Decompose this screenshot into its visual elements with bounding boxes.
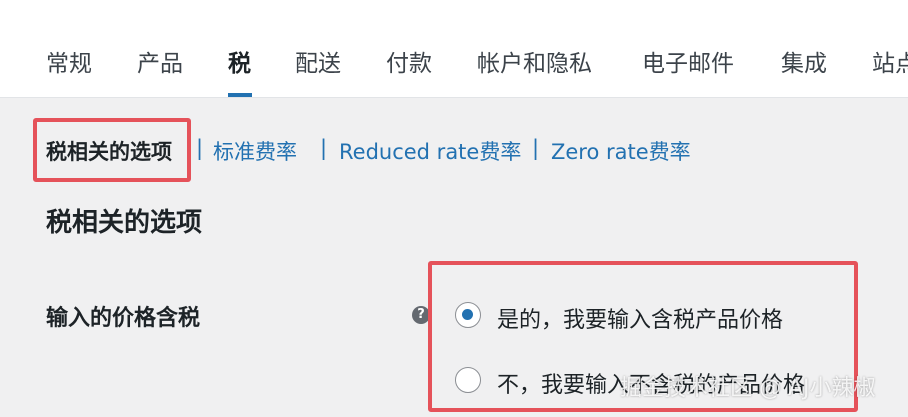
watermark: 掘金技术社区 @ AJ小辣椒 xyxy=(620,376,876,401)
subnav-separator: | xyxy=(532,136,540,160)
prices-include-tax-label: 输入的价格含税 xyxy=(46,306,201,331)
subnav-separator: | xyxy=(196,136,204,160)
subnav-reduced-rates[interactable]: Reduced rate费率 xyxy=(339,136,521,166)
tab-site[interactable]: 站点 xyxy=(872,44,908,78)
subnav-standard-rates[interactable]: 标准费率 xyxy=(213,136,297,166)
tab-integration[interactable]: 集成 xyxy=(781,44,827,78)
tab-payments[interactable]: 付款 xyxy=(386,44,432,78)
tab-products[interactable]: 产品 xyxy=(137,44,183,78)
section-title: 税相关的选项 xyxy=(46,208,203,238)
radio-no-exclude-tax[interactable] xyxy=(455,367,481,393)
settings-tab-bar: 常规 产品 税 配送 付款 帐户和隐私 电子邮件 集成 站点 xyxy=(0,0,908,98)
radio-yes-include-tax[interactable] xyxy=(455,302,481,328)
tab-accounts-privacy[interactable]: 帐户和隐私 xyxy=(477,44,592,78)
radio-yes-label[interactable]: 是的，我要输入含税产品价格 xyxy=(497,302,783,334)
subnav-separator: | xyxy=(320,136,328,160)
tab-emails[interactable]: 电子邮件 xyxy=(642,44,734,78)
highlight-box-subnav xyxy=(33,118,191,182)
active-tab-indicator xyxy=(228,93,252,97)
tab-tax[interactable]: 税 xyxy=(228,44,251,78)
tab-general[interactable]: 常规 xyxy=(46,44,92,78)
tab-shipping[interactable]: 配送 xyxy=(295,44,341,78)
subnav-zero-rates[interactable]: Zero rate费率 xyxy=(551,136,691,166)
